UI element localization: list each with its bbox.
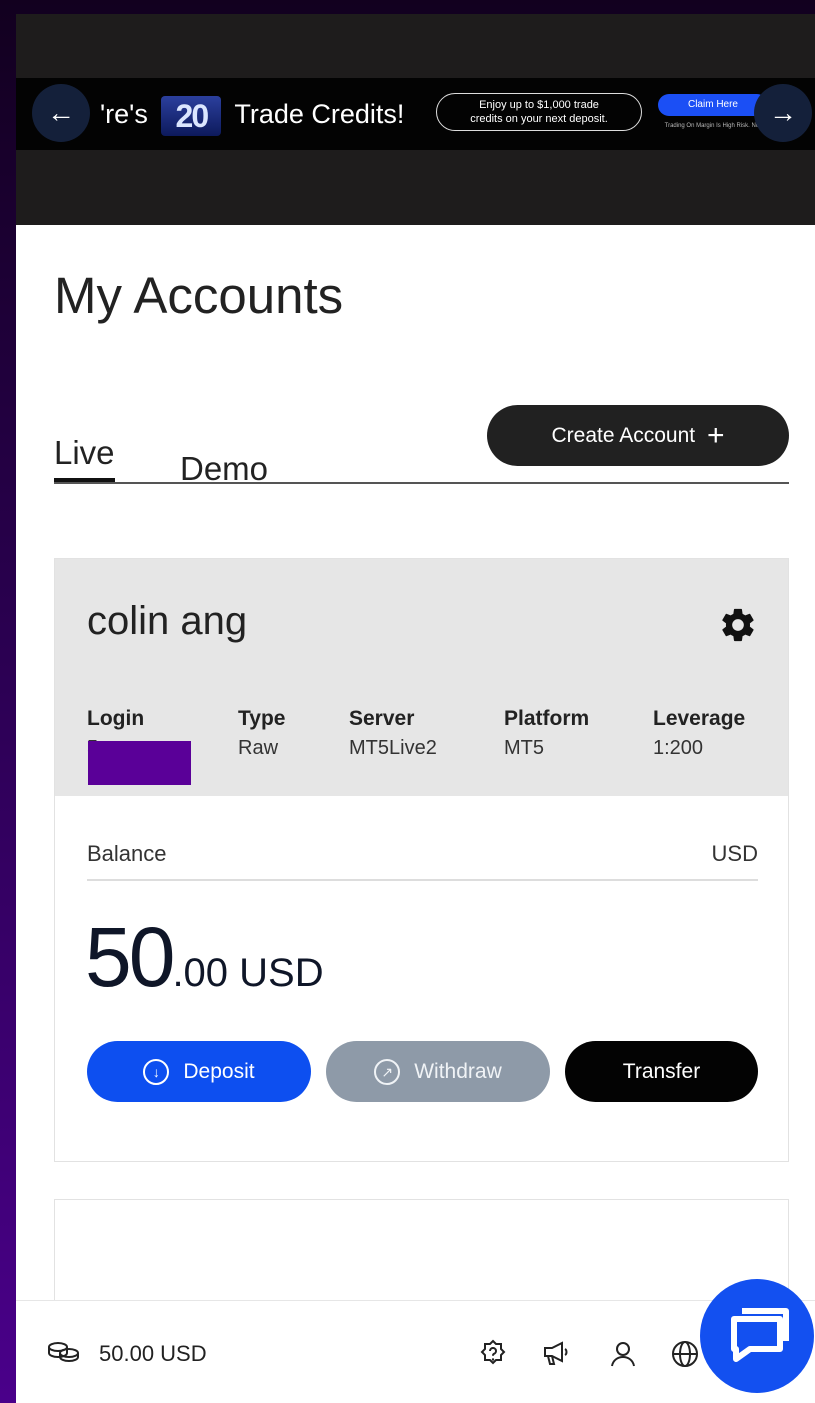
arrow-right-icon[interactable]: → (754, 84, 812, 142)
page-title: My Accounts (54, 267, 344, 324)
promo-20-badge: 20 (161, 96, 222, 136)
type-label: Type (238, 707, 286, 730)
user-icon[interactable] (608, 1339, 638, 1369)
server-label: Server (349, 707, 415, 730)
login-redaction-block (88, 741, 191, 785)
top-header: 're's 20 Trade Credits! Enjoy up to $1,0… (16, 14, 815, 225)
bottom-balance: 50.00 USD (99, 1341, 207, 1366)
gear-icon[interactable] (718, 605, 758, 645)
account-card-header: colin ang Login 5 Type Raw Server MT5Liv… (55, 559, 788, 796)
chat-button[interactable] (700, 1279, 814, 1393)
balance-decimal: .00 USD (172, 951, 324, 995)
banner-headline: 're's 20 Trade Credits! (100, 96, 404, 136)
leverage-value: 1:200 (653, 737, 704, 759)
arrow-left-icon[interactable]: ← (32, 84, 90, 142)
globe-icon[interactable] (670, 1339, 700, 1369)
create-account-label: Create Account (551, 424, 696, 447)
balance-amount: 50.00 USD (85, 909, 324, 1006)
leverage-label: Leverage (653, 707, 746, 730)
deposit-label: Deposit (183, 1060, 255, 1083)
help-badge-icon[interactable] (478, 1339, 508, 1369)
platform-column: Platform MT5 (504, 707, 589, 760)
account-card: colin ang Login 5 Type Raw Server MT5Liv… (54, 558, 789, 1162)
balance-currency: USD (711, 841, 758, 866)
second-account-card (54, 1199, 789, 1309)
account-name: colin ang (87, 599, 248, 643)
banner-promo-pill: Enjoy up to $1,000 trade credits on your… (436, 93, 642, 131)
chat-icon (731, 1308, 789, 1362)
deposit-button[interactable]: ↓ Deposit (87, 1041, 311, 1102)
promo-banner[interactable]: 're's 20 Trade Credits! Enjoy up to $1,0… (16, 78, 815, 150)
megaphone-icon[interactable] (542, 1339, 572, 1369)
balance-row: Balance USD (87, 839, 758, 881)
balance-integer: 50 (85, 910, 175, 1004)
withdraw-label: Withdraw (414, 1060, 502, 1083)
server-column: Server MT5Live2 (349, 707, 437, 760)
platform-label: Platform (504, 707, 590, 730)
server-value: MT5Live2 (349, 737, 437, 759)
plus-icon: + (706, 419, 725, 452)
app-window: 're's 20 Trade Credits! Enjoy up to $1,0… (16, 14, 815, 1403)
leverage-column: Leverage 1:200 (653, 707, 745, 760)
login-label: Login (87, 707, 145, 730)
type-column: Type Raw (238, 707, 285, 760)
banner-headline-suffix: Trade Credits! (234, 99, 405, 130)
balance-label: Balance (87, 841, 167, 866)
arrow-up-right-circle-icon: ↗ (374, 1059, 401, 1086)
tab-live[interactable]: Live (54, 434, 115, 482)
bottom-bar: 50.00 USD (16, 1300, 815, 1403)
pill-line-1: Enjoy up to $1,000 trade (479, 99, 599, 111)
create-account-button[interactable]: Create Account + (487, 405, 789, 466)
claim-here-button[interactable]: Claim Here (658, 94, 768, 116)
banner-headline-prefix: 're's (100, 99, 148, 130)
transfer-button[interactable]: Transfer (565, 1041, 758, 1102)
coins-icon (48, 1342, 79, 1363)
arrow-down-circle-icon: ↓ (143, 1059, 170, 1086)
tab-demo[interactable]: Demo (180, 450, 268, 488)
withdraw-button[interactable]: ↗ Withdraw (326, 1041, 550, 1102)
platform-value: MT5 (504, 737, 544, 759)
type-value: Raw (238, 737, 279, 759)
pill-line-2: credits on your next deposit. (470, 113, 608, 125)
